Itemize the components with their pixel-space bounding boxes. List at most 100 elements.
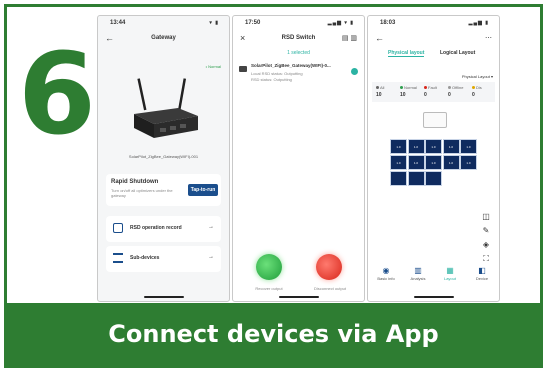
home-indicator	[278, 296, 319, 298]
rsd-switch-screen: 17:50 ▂▄▆ ▾ ▮ × RSD Switch ▤ ▥ 1 selecte…	[232, 15, 365, 302]
list-icon	[113, 253, 123, 263]
nav-tab[interactable]: ◧ Device	[470, 266, 494, 281]
status-badge: • Normal	[205, 64, 221, 69]
select-all-icon[interactable]: ▤ ▥	[342, 34, 357, 42]
tap-to-run-button[interactable]: Tap-to-run	[188, 184, 218, 196]
layers-icon[interactable]: ◈	[479, 240, 493, 252]
header-bar: ← Gateway	[98, 32, 229, 46]
disconnect-output-label: Disconnect output	[313, 286, 347, 291]
stat-value: 0	[472, 92, 475, 98]
layout-select[interactable]: Physical Layout ▾	[462, 74, 493, 79]
status-time: 17:50	[245, 20, 261, 26]
rapid-shutdown-description: Turn on/off all optimizers under the gat…	[111, 188, 173, 198]
record-icon	[113, 223, 123, 233]
nav-tab-icon: ▦	[446, 266, 454, 275]
nav-tab-icon: ◉	[382, 266, 390, 275]
gateway-screen: 13:44 ▾ ▮ ← Gateway • Normal SolarPilot_…	[97, 15, 230, 302]
layout-screen: 18:03 ▂▄▆ ▮ ← ⋯ Physical layout Logical …	[367, 15, 500, 302]
device-name: SolarPilot_ZigBee_Gateway(WIFI)-001	[128, 154, 199, 159]
rapid-shutdown-title: Rapid Shutdown	[111, 179, 159, 185]
home-indicator	[413, 296, 454, 298]
status-bar: 18:03 ▂▄▆ ▮	[368, 16, 499, 30]
stat-value: 0	[424, 92, 427, 98]
status-bar: 13:44 ▾ ▮	[98, 16, 229, 30]
gateway-device-image	[134, 78, 198, 138]
status-icons: ▾ ▮	[209, 20, 219, 26]
nav-tab-icon: ▥	[414, 266, 422, 275]
nav-tab-label: Layout	[443, 276, 456, 281]
header-bar: ← ⋯	[368, 32, 499, 46]
gateway-tile[interactable]	[423, 112, 447, 128]
step-number: 6	[18, 30, 96, 160]
nav-tab-label: Analysis	[410, 276, 426, 281]
chevron-right-icon: →	[208, 254, 214, 260]
pv-panel[interactable]	[425, 171, 442, 186]
status-summary: All 10 Normal 10 Fault 0 Offline 0 Dis 0	[372, 82, 495, 102]
stat-dot-icon	[424, 86, 427, 89]
stat-label: Normal	[404, 85, 417, 90]
pv-panel[interactable]: 1.0	[460, 139, 477, 154]
pv-panel[interactable]: 1.0	[460, 155, 477, 170]
pv-panel[interactable]: 1.0	[425, 155, 442, 170]
tab-logical-layout[interactable]: Logical Layout	[440, 50, 475, 56]
pv-panel[interactable]: 1.0	[407, 139, 425, 154]
pv-panel[interactable]	[407, 171, 425, 186]
stat-dot-icon	[472, 86, 475, 89]
header-bar: × RSD Switch ▤ ▥	[233, 32, 364, 46]
stat-dot-icon	[400, 86, 403, 89]
pv-panel[interactable]: 1.0	[425, 139, 442, 154]
stat-value: 0	[448, 92, 451, 98]
sub-devices-card[interactable]: Sub-devices →	[106, 246, 221, 272]
nav-tab[interactable]: ▥ Analysis	[406, 266, 430, 281]
selected-check-icon[interactable]	[351, 68, 358, 75]
pv-panel[interactable]	[390, 171, 407, 186]
content-frame: 6 13:44 ▾ ▮ ← Gateway • Normal SolarPilo…	[4, 4, 543, 368]
stat-label: All	[380, 85, 385, 90]
rsd-record-card[interactable]: RSD operation record →	[106, 216, 221, 242]
stat-item: All 10	[376, 85, 398, 98]
pv-panel[interactable]: 1.0	[442, 139, 460, 154]
fullscreen-icon[interactable]: ⛶	[479, 254, 493, 266]
nav-tab[interactable]: ▦ Layout	[438, 266, 462, 281]
stat-item: Normal 10	[400, 85, 422, 98]
nav-tab[interactable]: ◉ Basic info	[374, 266, 398, 281]
nav-tab-label: Device	[475, 276, 489, 281]
caption-banner: Connect devices via App	[7, 303, 540, 365]
pv-panel[interactable]: 1.0	[390, 155, 407, 170]
home-indicator	[143, 296, 184, 298]
stat-label: Fault	[428, 85, 437, 90]
status-icons: ▂▄▆ ▮	[468, 20, 489, 26]
tab-physical-layout[interactable]: Physical layout	[388, 50, 425, 57]
status-icons: ▂▄▆ ▾ ▮	[327, 20, 354, 26]
stat-dot-icon	[448, 86, 451, 89]
stat-value: 10	[400, 92, 406, 98]
status-bar: 17:50 ▂▄▆ ▾ ▮	[233, 16, 364, 30]
more-icon[interactable]: ⋯	[485, 34, 492, 42]
rapid-shutdown-card: Rapid Shutdown Turn on/off all optimizer…	[106, 174, 221, 206]
nav-tab-icon: ◧	[478, 266, 486, 275]
recover-output-label: Recover output	[255, 286, 283, 291]
stat-item: Dis 0	[472, 85, 494, 98]
rsd-record-label: RSD operation record	[130, 225, 182, 231]
panel-grid: 1.0 1.0 1.0 1.0 1.0 1.0 1.0 1.0 1.0 1.0	[390, 139, 478, 187]
back-arrow-icon[interactable]: ←	[375, 33, 384, 43]
sub-devices-label: Sub-devices	[130, 255, 160, 261]
page-title: Gateway	[151, 35, 176, 41]
stat-label: Offline	[452, 85, 464, 90]
disconnect-output-button[interactable]	[316, 254, 342, 280]
pv-panel[interactable]: 1.0	[442, 155, 460, 170]
status-time: 13:44	[110, 20, 126, 26]
pv-panel[interactable]: 1.0	[390, 139, 407, 154]
stat-dot-icon	[376, 86, 379, 89]
stat-item: Fault 0	[424, 85, 446, 98]
device-list-item[interactable]: SolarPilot_ZigBee_Gateway(WIFI)-0... Loc…	[237, 60, 360, 88]
local-rsd-status: Local RSD status: Outputting	[251, 71, 303, 76]
stat-value: 10	[376, 92, 382, 98]
stat-label: Dis	[476, 85, 482, 90]
edit-icon[interactable]: ✎	[479, 226, 493, 238]
pv-panel[interactable]: 1.0	[407, 155, 425, 170]
camera-icon[interactable]: ◫	[479, 212, 493, 224]
device-name: SolarPilot_ZigBee_Gateway(WIFI)-0...	[251, 63, 331, 68]
recover-output-button[interactable]	[256, 254, 282, 280]
selected-count: 1 selected	[287, 50, 310, 56]
